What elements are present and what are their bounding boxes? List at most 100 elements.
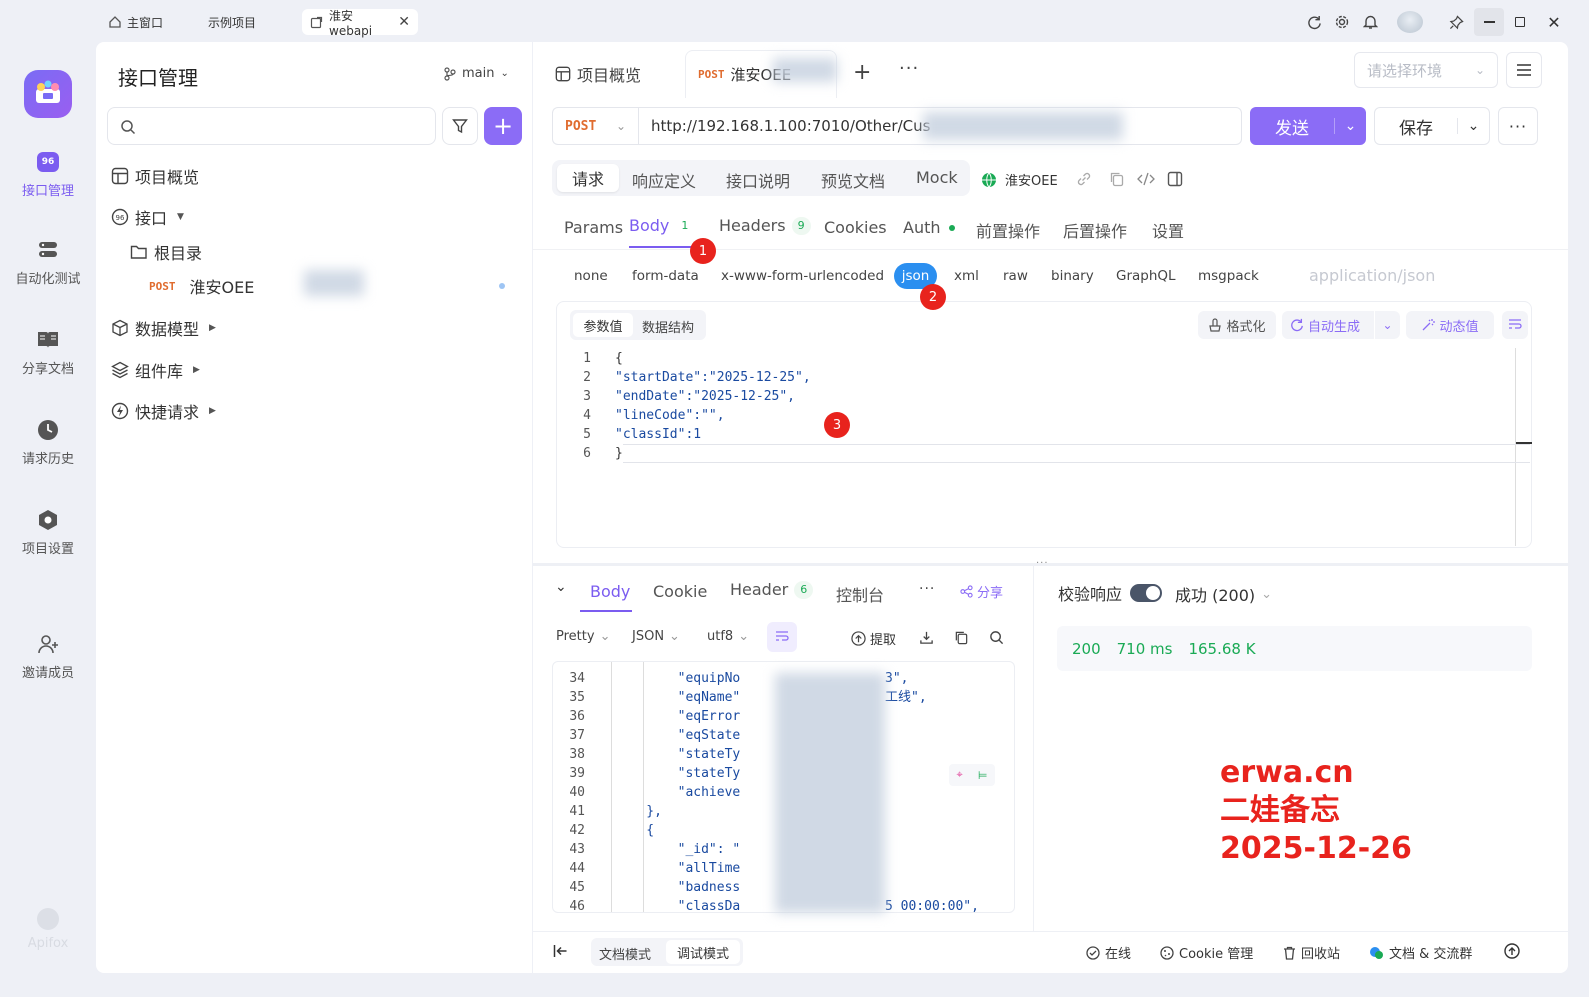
trash-button[interactable]: 回收站	[1283, 943, 1340, 962]
window-tab-main[interactable]: 主窗口	[100, 9, 171, 35]
tab-params[interactable]: Params	[564, 218, 623, 237]
close-icon[interactable]: ✕	[398, 14, 410, 30]
pin-icon[interactable]	[1442, 8, 1470, 36]
tree-item-components[interactable]: 组件库 ▶	[111, 358, 200, 382]
resp-tab-body[interactable]: Body	[590, 582, 630, 601]
more-actions-button[interactable]: ···	[1498, 107, 1538, 145]
resp-more-button[interactable]: ···	[919, 581, 935, 597]
refresh-icon[interactable]	[1300, 8, 1328, 36]
tab-auth[interactable]: Auth	[903, 218, 955, 237]
gear-icon[interactable]	[1328, 8, 1356, 36]
env-indicator[interactable]: 淮安OEE	[981, 170, 1058, 189]
collapse-sidebar-icon[interactable]	[553, 944, 568, 958]
tab-settings[interactable]: 设置	[1152, 218, 1184, 242]
save-button[interactable]: 保存 ⌄	[1374, 107, 1490, 145]
body-type-urlencoded[interactable]: x-www-form-urlencoded	[721, 268, 884, 284]
more-tabs-button[interactable]: ···	[899, 58, 919, 79]
search-input[interactable]	[107, 107, 436, 145]
body-type-form-data[interactable]: form-data	[632, 268, 699, 284]
resp-tab-cookie[interactable]: Cookie	[653, 582, 707, 601]
app-logo[interactable]	[24, 70, 72, 118]
rail-item-share[interactable]: 分享文档	[0, 328, 96, 377]
format-select[interactable]: JSON ⌄	[632, 629, 680, 644]
tree-item-api[interactable]: 96 接口 ▼	[111, 205, 184, 229]
method-select[interactable]: POST ⌄	[552, 107, 638, 145]
wrap-icon	[775, 631, 789, 643]
tab-post-ops[interactable]: 后置操作	[1063, 218, 1127, 242]
scroll-top-icon[interactable]	[1504, 943, 1520, 959]
tab-headers[interactable]: Headers 9	[719, 216, 811, 235]
resp-tab-header[interactable]: Header 6	[730, 580, 814, 599]
tree-item-data-model[interactable]: 数据模型 ▶	[111, 316, 216, 340]
extract-button[interactable]: 提取	[851, 629, 896, 648]
community-link[interactable]: 文档 & 交流群	[1369, 943, 1472, 962]
tree-item-quick[interactable]: 快捷请求 ▶	[111, 399, 216, 423]
copy-icon[interactable]	[1109, 171, 1125, 187]
add-button[interactable]: +	[484, 107, 522, 145]
new-tab-button[interactable]: +	[853, 60, 871, 85]
copy-icon[interactable]	[954, 630, 969, 645]
window-tab-example[interactable]: 示例项目	[200, 9, 264, 35]
body-type-xml[interactable]: xml	[954, 268, 979, 284]
auto-generate-button[interactable]: 自动生成 ⌄	[1282, 311, 1400, 339]
filter-button[interactable]	[442, 107, 478, 145]
search-icon[interactable]	[989, 630, 1004, 645]
tab-overview[interactable]: 项目概览	[555, 62, 641, 86]
mode-tab-response-def[interactable]: 响应定义	[632, 168, 696, 192]
tab-pre-ops[interactable]: 前置操作	[976, 218, 1040, 242]
bell-icon[interactable]	[1356, 8, 1384, 36]
debug-mode-button[interactable]: 调试模式	[666, 940, 740, 964]
body-type-binary[interactable]: binary	[1051, 268, 1094, 284]
rail-item-invite[interactable]: 邀请成员	[0, 632, 96, 681]
encoding-select[interactable]: utf8 ⌄	[707, 629, 749, 644]
resp-tab-console[interactable]: 控制台	[836, 582, 884, 606]
window-tab-project[interactable]: 淮安webapi ✕	[302, 9, 418, 38]
mode-tab-preview[interactable]: 预览文档	[821, 168, 885, 192]
rail-item-autotest[interactable]: 自动化测试	[0, 238, 96, 287]
editor-tab-values[interactable]: 参数值	[573, 313, 633, 337]
pretty-select[interactable]: Pretty ⌄	[556, 629, 610, 644]
mode-tab-mock[interactable]: Mock	[916, 168, 958, 187]
env-select[interactable]: 请选择环境 ⌄	[1354, 52, 1498, 88]
panel-layout-icon[interactable]	[1167, 171, 1183, 187]
share-button[interactable]: 分享	[960, 582, 1003, 601]
editor-tab-schema[interactable]: 数据结构	[642, 317, 694, 336]
rail-item-api[interactable]: 96 接口管理	[0, 150, 96, 199]
verify-toggle[interactable]	[1130, 584, 1163, 602]
mode-tab-doc[interactable]: 接口说明	[726, 168, 790, 192]
link-icon[interactable]	[1076, 171, 1092, 187]
tab-body[interactable]: Body 1	[629, 216, 694, 235]
body-type-msgpack[interactable]: msgpack	[1198, 268, 1259, 284]
wrap-toggle[interactable]	[767, 622, 797, 652]
request-code[interactable]: 1{2 "startDate":"2025-12-25", 3 "endDate":"…	[567, 349, 1467, 539]
collapse-response-button[interactable]: ⌄	[555, 579, 567, 595]
tree-item-root[interactable]: 根目录	[130, 240, 202, 264]
code-icon[interactable]	[1137, 171, 1155, 187]
tab-cookies[interactable]: Cookies	[824, 218, 887, 237]
dynamic-value-button[interactable]: 动态值	[1406, 311, 1494, 339]
body-type-none[interactable]: none	[574, 268, 608, 284]
line-number: 3	[583, 389, 591, 404]
avatar[interactable]	[1394, 8, 1426, 36]
send-button[interactable]: 发送 ⌄	[1250, 107, 1366, 145]
doc-mode-button[interactable]: 文档模式	[599, 944, 651, 963]
target-icon[interactable]: ⌖	[957, 768, 963, 782]
body-type-graphql[interactable]: GraphQL	[1116, 268, 1176, 284]
status-select[interactable]: 成功 (200) ⌄	[1175, 582, 1272, 606]
download-icon[interactable]	[919, 630, 934, 645]
close-window-button[interactable]: ✕	[1540, 8, 1568, 36]
rail-item-history[interactable]: 请求历史	[0, 418, 96, 467]
mode-tab-request[interactable]: 请求	[557, 164, 619, 192]
tree-item-overview[interactable]: 项目概览	[111, 164, 199, 188]
cookie-manager[interactable]: Cookie 管理	[1160, 943, 1253, 962]
minimize-button[interactable]	[1474, 8, 1504, 36]
branch-selector[interactable]: main ⌄	[444, 66, 509, 81]
format-button[interactable]: 格式化	[1198, 311, 1276, 339]
body-type-raw[interactable]: raw	[1003, 268, 1028, 284]
wrap-button[interactable]	[1502, 311, 1528, 339]
menu-button[interactable]	[1506, 52, 1542, 88]
ruler-icon[interactable]: ⊨	[978, 769, 988, 782]
online-status[interactable]: 在线	[1086, 943, 1131, 962]
rail-item-settings[interactable]: 项目设置	[0, 508, 96, 557]
maximize-button[interactable]	[1506, 8, 1534, 36]
